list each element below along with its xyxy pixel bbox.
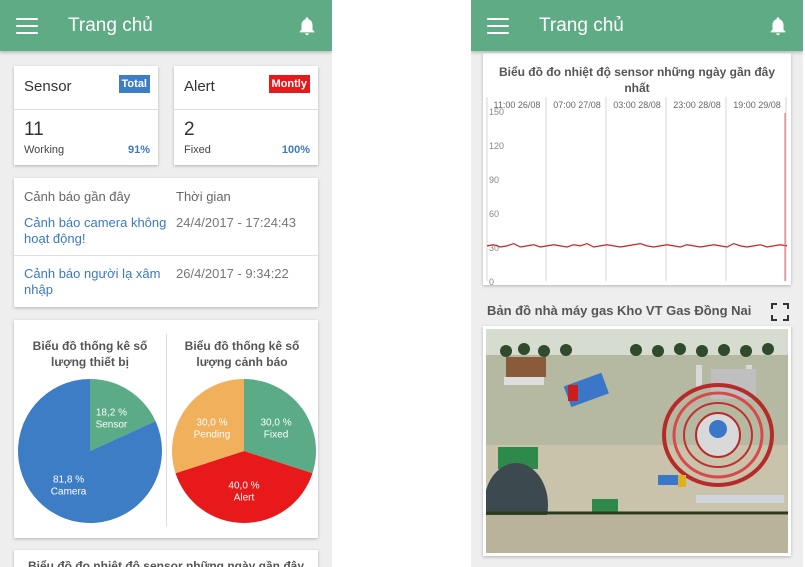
alert-title: Alert [184,78,215,95]
alert-count: 2 [184,119,195,140]
alert-stat-card[interactable]: Alert Montly 2 Fixed 100% [174,66,318,165]
menu-icon[interactable] [16,17,38,34]
sensor-stat-card[interactable]: Sensor Total 11 Working 91% [14,66,158,165]
factory-3d-map[interactable] [484,329,788,553]
alert-pie-chart: 30,0 %Fixed40,0 %Alert30,0 %Pending [172,379,316,523]
app-bar-title: Trang chủ [68,14,153,36]
device-pie-title: Biểu đồ thống kê số lượng thiết bị [32,339,148,369]
menu-icon[interactable] [487,17,509,34]
temperature-chart-title: Biểu đồ đo nhiệt độ sensor những ngày gầ… [27,559,305,567]
alert-pie-slice-percent: 40,0 % [228,481,259,492]
y-tick-label: 90 [489,175,499,185]
alert-message[interactable]: Cảnh báo camera không hoạt động! [24,215,169,247]
app-bar-title: Trang chủ [539,14,624,36]
alert-time: 24/4/2017 - 17:24:43 [176,215,296,230]
sensor-count: 11 [24,119,44,140]
sensor-label: Working [24,144,65,156]
x-tick-label: 19:00 29/08 [733,100,781,110]
alert-time: 26/4/2017 - 9:34:22 [176,266,289,281]
x-tick-label: 07:00 27/08 [553,100,601,110]
sensor-title: Sensor [24,78,72,95]
y-tick-label: 0 [489,277,494,285]
divider [174,109,318,110]
recent-alerts-header: Cảnh báo gần đây [24,189,131,204]
alert-pie-slice-percent: 30,0 % [196,418,227,429]
alert-label: Fixed [184,144,211,156]
y-tick-label: 120 [489,141,504,151]
pie-divider [166,334,167,526]
monthly-badge: Montly [268,75,310,93]
device-pie-slice-percent: 81,8 % [53,474,84,485]
x-tick-label: 03:00 28/08 [613,100,661,110]
dashboard-screen-right: Trang chủ Biểu đồ đo nhiệt độ sensor nhữ… [471,0,803,567]
temperature-series-line[interactable] [486,242,788,248]
alert-message[interactable]: Cảnh báo người lạ xâm nhập [24,266,169,298]
dashboard-screen-left: Trang chủ Sensor Total 11 Working 91% Al… [0,0,332,567]
alert-pie-slice-label: Pending [194,430,231,441]
bell-icon[interactable] [767,15,789,37]
factory-map[interactable] [483,326,791,556]
temperature-chart-card: Biểu đồ đo nhiệt độ sensor những ngày gầ… [483,53,791,285]
time-header: Thời gian [176,189,231,204]
x-tick-label: 23:00 28/08 [673,100,721,110]
alert-percent: 100% [281,144,310,156]
device-pie-slice-label: Camera [51,486,87,497]
device-pie-slice-label: Sensor [96,420,128,431]
alert-row[interactable]: Cảnh báo camera không hoạt động! 24/4/20… [14,215,318,255]
temperature-chart-title: Biểu đồ đo nhiệt độ sensor những ngày gầ… [498,65,776,95]
app-bar: Trang chủ [471,0,803,51]
device-pie-chart: 18,2 %Sensor 81,8 %Camera [18,379,163,523]
alert-pie-slice-label: Alert [234,493,255,504]
app-bar: Trang chủ [0,0,332,51]
map-title: Bản đồ nhà máy gas Kho VT Gas Đồng Nai [487,303,752,318]
temperature-line-chart: 11:00 26/08 07:00 27/08 03:00 28/08 23:00 2… [486,97,788,285]
alert-row[interactable]: Cảnh báo người lạ xâm nhập 26/4/2017 - 9… [14,266,318,302]
total-badge: Total [118,75,150,93]
gauge-icon [709,420,727,438]
y-tick-label: 150 [489,107,504,117]
bell-icon[interactable] [296,15,318,37]
sensor-percent: 91% [127,144,150,156]
pie-charts-card: Biểu đồ thống kê số lượng thiết bị Biểu … [14,320,318,538]
y-tick-label: 60 [489,209,499,219]
divider [14,109,158,110]
recent-alerts-card: Cảnh báo gần đây Thời gian Cảnh báo came… [14,178,318,307]
temperature-chart-card-peek: Biểu đồ đo nhiệt độ sensor những ngày gầ… [14,550,318,567]
fullscreen-icon[interactable] [771,303,789,321]
alert-pie-title: Biểu đồ thống kê số lượng cảnh báo [184,339,300,369]
device-pie-slice-percent: 18,2 % [96,408,127,419]
alert-pie-slice-label: Fixed [264,430,288,441]
row-divider [14,255,318,256]
alert-pie-slice-percent: 30,0 % [260,418,291,429]
